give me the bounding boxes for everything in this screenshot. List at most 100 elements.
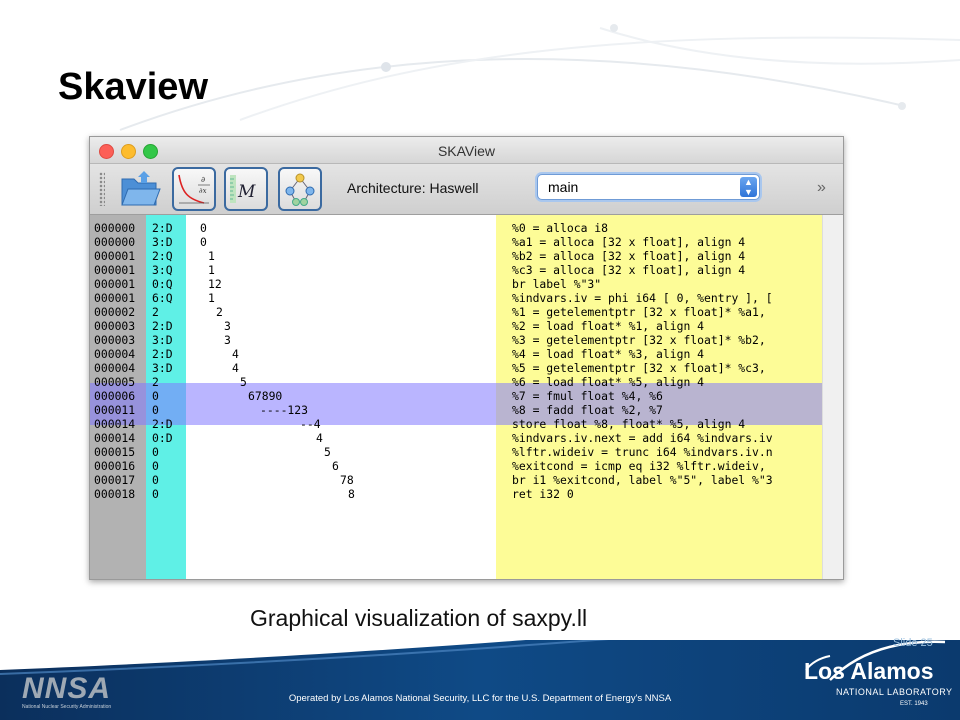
table-row[interactable]: 000001 6:Q 1 %indvars.iv = phi i64 [ 0, %en… xyxy=(90,291,843,305)
row-cycle-value: 8 xyxy=(348,487,355,501)
row-cycle-value: 4 xyxy=(232,361,239,375)
row-ir-instruction: %6 = load float* %5, align 4 xyxy=(512,375,705,389)
folder-open-icon xyxy=(121,171,161,206)
row-address: 000004 xyxy=(94,347,136,361)
row-cycle-value: 1 xyxy=(208,291,215,305)
toolbar-overflow-button[interactable]: » xyxy=(817,179,826,197)
row-address: 000000 xyxy=(94,221,136,235)
row-ir-instruction: br i1 %exitcond, label %"5", label %"3 xyxy=(512,473,773,487)
row-cycle-value: 2 xyxy=(216,305,223,319)
row-stage: 0 xyxy=(152,403,159,417)
row-ir-instruction: %lftr.wideiv = trunc i64 %indvars.iv.n xyxy=(512,445,773,459)
row-stage: 2 xyxy=(152,305,159,319)
table-row[interactable]: 000018 0 8 ret i32 0 xyxy=(90,487,843,501)
row-address: 000006 xyxy=(94,389,136,403)
graph-tree-icon xyxy=(285,173,315,206)
row-cycle-value: 0 xyxy=(200,221,207,235)
row-cycle-value: 4 xyxy=(232,347,239,361)
table-row[interactable]: 000001 3:Q 1 %c3 = alloca [32 x float], ali… xyxy=(90,263,843,277)
table-row[interactable]: 000011 0 ----123 %8 = fadd float %2, %7 xyxy=(90,403,843,417)
svg-text:M: M xyxy=(237,182,256,202)
architecture-label: Architecture: Haswell xyxy=(347,180,479,196)
table-row[interactable]: 000006 0 67890 %7 = fmul float %4, %6 xyxy=(90,389,843,403)
row-address: 000011 xyxy=(94,403,136,417)
table-row[interactable]: 000017 0 78 br i1 %exitcond, label %"5", la… xyxy=(90,473,843,487)
row-stage: 2:D xyxy=(152,221,173,235)
window-titlebar[interactable]: SKAView xyxy=(90,137,843,164)
table-row[interactable]: 000015 0 5 %lftr.wideiv = trunc i64 %indvar… xyxy=(90,445,843,459)
table-row[interactable]: 000016 0 6 %exitcond = icmp eq i32 %lftr.wi… xyxy=(90,459,843,473)
function-select[interactable]: main ▲ ▼ xyxy=(537,174,760,200)
row-stage: 0 xyxy=(152,473,159,487)
row-stage: 2:Q xyxy=(152,249,173,263)
row-address: 000016 xyxy=(94,459,136,473)
row-stage: 2:D xyxy=(152,417,173,431)
row-stage: 0 xyxy=(152,487,159,501)
table-row[interactable]: 000001 2:Q 1 %b2 = alloca [32 x float], ali… xyxy=(90,249,843,263)
table-row[interactable]: 000005 2 5 %6 = load float* %5, align 4 xyxy=(90,375,843,389)
schedule-view[interactable]: 000000 2:D 0 %0 = alloca i8 000000 3:D 0 %a1 = … xyxy=(90,215,843,579)
row-cycle-value: 1 xyxy=(208,263,215,277)
row-cycle-value: 5 xyxy=(240,375,247,389)
select-arrows-icon: ▲ ▼ xyxy=(740,177,757,197)
nnsa-tagline: National Nuclear Security Administration xyxy=(22,704,112,710)
row-address: 000001 xyxy=(94,249,136,263)
graph-button[interactable] xyxy=(278,167,322,211)
row-ir-instruction: %8 = fadd float %2, %7 xyxy=(512,403,663,417)
row-address: 000002 xyxy=(94,305,136,319)
toolbar-grip[interactable] xyxy=(99,172,105,206)
row-cycle-value: 4 xyxy=(316,431,323,445)
lanl-logo: Los Alamos xyxy=(804,658,934,684)
row-stage: 2 xyxy=(152,375,159,389)
row-ir-instruction: %0 = alloca i8 xyxy=(512,221,609,235)
row-cycle-value: 6 xyxy=(332,459,339,473)
row-stage: 2:D xyxy=(152,319,173,333)
row-ir-instruction: %7 = fmul float %4, %6 xyxy=(512,389,663,403)
row-address: 000003 xyxy=(94,319,136,333)
row-stage: 3:D xyxy=(152,361,173,375)
table-row[interactable]: 000000 2:D 0 %0 = alloca i8 xyxy=(90,221,843,235)
row-cycle-value: ----123 xyxy=(260,403,309,417)
row-ir-instruction: %indvars.iv.next = add i64 %indvars.iv xyxy=(512,431,773,445)
table-row[interactable]: 000000 3:D 0 %a1 = alloca [32 x float], ali… xyxy=(90,235,843,249)
slide-title: Skaview xyxy=(58,66,208,108)
table-row[interactable]: 000014 0:D 4 %indvars.iv.next = add i64 %in… xyxy=(90,431,843,445)
row-ir-instruction: store float %8, float* %5, align 4 xyxy=(512,417,746,431)
table-row[interactable]: 000001 0:Q 12 br label %"3" xyxy=(90,277,843,291)
row-address: 000005 xyxy=(94,375,136,389)
table-row[interactable]: 000003 2:D 3 %2 = load float* %1, align 4 xyxy=(90,319,843,333)
function-select-value: main xyxy=(548,179,579,195)
table-row[interactable]: 000004 2:D 4 %4 = load float* %3, align 4 xyxy=(90,347,843,361)
row-ir-instruction: %2 = load float* %1, align 4 xyxy=(512,319,705,333)
row-stage: 0:D xyxy=(152,431,173,445)
row-stage: 0 xyxy=(152,445,159,459)
model-button[interactable]: M xyxy=(224,167,268,211)
row-address: 000003 xyxy=(94,333,136,347)
table-row[interactable]: 000003 3:D 3 %3 = getelementptr [32 x float… xyxy=(90,333,843,347)
slide-caption: Graphical visualization of saxpy.ll xyxy=(250,605,588,631)
row-cycle-value: 78 xyxy=(340,473,354,487)
svg-text:∂x: ∂x xyxy=(199,187,207,195)
row-ir-instruction: %a1 = alloca [32 x float], align 4 xyxy=(512,235,746,249)
skaview-window: SKAView ∂ ∂x M Architecture: Haswell mai… xyxy=(89,136,844,580)
table-row[interactable]: 000004 3:D 4 %5 = getelementptr [32 x float… xyxy=(90,361,843,375)
table-row[interactable]: 000002 2 2 %1 = getelementptr [32 x float]*… xyxy=(90,305,843,319)
row-cycle-value: 1 xyxy=(208,249,215,263)
row-address: 000014 xyxy=(94,431,136,445)
row-ir-instruction: ret i32 0 xyxy=(512,487,574,501)
row-ir-instruction: %4 = load float* %3, align 4 xyxy=(512,347,705,361)
derivative-button[interactable]: ∂ ∂x xyxy=(172,167,216,211)
row-address: 000004 xyxy=(94,361,136,375)
row-address: 000001 xyxy=(94,263,136,277)
table-row[interactable]: 000014 2:D --4 store float %8, float* %5, a… xyxy=(90,417,843,431)
row-cycle-value: 0 xyxy=(200,235,207,249)
open-file-button[interactable] xyxy=(118,167,162,211)
row-cycle-value: 3 xyxy=(224,319,231,333)
row-ir-instruction: %3 = getelementptr [32 x float]* %b2, xyxy=(512,333,766,347)
row-address: 000001 xyxy=(94,291,136,305)
model-m-icon: M xyxy=(230,175,256,203)
row-stage: 2:D xyxy=(152,347,173,361)
svg-text:∂: ∂ xyxy=(201,175,205,184)
row-stage: 6:Q xyxy=(152,291,173,305)
row-stage: 3:D xyxy=(152,333,173,347)
